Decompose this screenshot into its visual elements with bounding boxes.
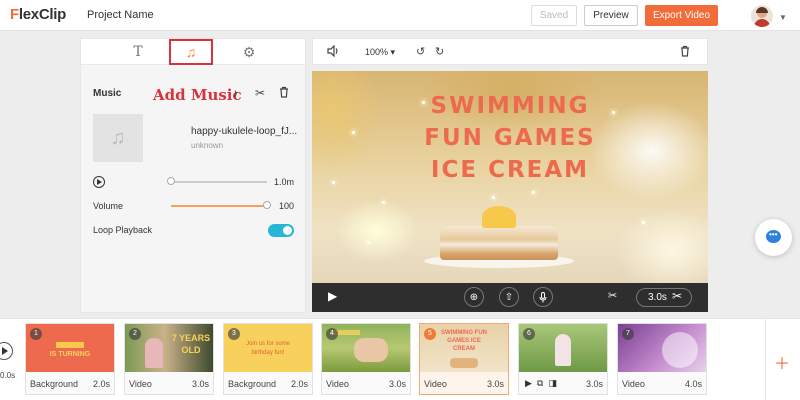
clip-duration: 2.0s	[92, 379, 110, 389]
clip-type: Video	[622, 379, 645, 389]
split-icon[interactable]: ✂	[672, 289, 682, 303]
play-icon[interactable]: ▶	[328, 289, 337, 303]
clip-type: Background	[228, 379, 277, 389]
music-icon: ♫	[185, 44, 197, 60]
copy-icon[interactable]: ⧉	[537, 378, 543, 389]
avatar[interactable]	[751, 5, 773, 27]
trash-icon[interactable]	[279, 86, 289, 101]
split-screen-icon[interactable]: ◨	[548, 378, 557, 389]
export-video-button[interactable]: Export Video	[645, 5, 718, 26]
scissors-icon[interactable]: ✂	[255, 86, 265, 100]
microphone-icon[interactable]	[533, 287, 553, 307]
clip-duration: 3.0s	[585, 379, 603, 389]
upload-icon[interactable]: ⇧	[499, 287, 519, 307]
clip-duration: 2.0s	[290, 379, 308, 389]
music-panel: T ♫ ⚙ Music Add Music ♪ ✂ ♫ happy-ukulel…	[80, 38, 306, 313]
redo-icon[interactable]: ↻	[435, 45, 444, 58]
music-progress-knob[interactable]	[167, 177, 175, 185]
track-name: happy-ukulele-loop_fJ...	[191, 126, 298, 137]
add-clip-icon[interactable]: ＋	[774, 350, 790, 374]
timeline-clip[interactable]: 7 Video 4.0s	[617, 323, 707, 395]
clip-duration: 3.0s	[486, 379, 504, 389]
volume-icon[interactable]	[327, 44, 340, 60]
volume-value: 100	[279, 201, 295, 211]
track-duration: 1.0m	[274, 177, 295, 187]
video-canvas[interactable]: SWIMMING FUN GAMES ICE CREAM	[312, 71, 708, 283]
track-artist: unknown	[191, 141, 224, 150]
timeline-clip-selected[interactable]: SWIMMING FUN GAMES ICE CREAM 5 Video 3.0…	[419, 323, 509, 395]
clip-tools: ▶ ⧉ ◨	[525, 378, 557, 389]
volume-label: Volume	[93, 201, 124, 211]
clip-thumb-text: IS TURNING	[49, 351, 91, 358]
volume-knob[interactable]	[263, 201, 271, 209]
clip-thumb-text: 7 YEARS OLD	[171, 333, 211, 355]
clip-type: Video	[424, 379, 447, 389]
timeline-clip[interactable]: Join us for some birthday fun! 3 Backgro…	[223, 323, 313, 395]
clip-duration: 3.0s	[648, 292, 667, 303]
undo-icon[interactable]: ↺	[416, 45, 425, 58]
timeline-clip[interactable]: 6 ▶ ⧉ ◨ 3.0s	[518, 323, 608, 395]
logo-text: lexClip	[18, 6, 66, 23]
chevron-down-icon[interactable]: ▼	[779, 13, 787, 22]
clip-type: Video	[326, 379, 349, 389]
play-music-button[interactable]	[93, 176, 105, 188]
clip-number: 6	[523, 328, 535, 340]
timeline-clip[interactable]: 4 Video 3.0s	[321, 323, 411, 395]
timeline-divider	[765, 319, 766, 400]
preview-button[interactable]: Preview	[584, 5, 638, 26]
clip-number: 1	[30, 328, 42, 340]
clip-type: Video	[129, 379, 152, 389]
project-name[interactable]: Project Name	[87, 9, 154, 21]
clip-type: Background	[30, 379, 79, 389]
cake-topping	[482, 206, 516, 228]
timeline-current-time: 0.0s	[0, 371, 16, 380]
gear-icon: ⚙	[242, 43, 256, 60]
clip-duration: 3.0s	[191, 379, 209, 389]
music-thumbnail: ♫	[93, 114, 143, 162]
zoom-select[interactable]: 100% ▾	[365, 47, 395, 58]
music-note-icon: ♫	[110, 126, 126, 149]
tab-music[interactable]: ♫	[169, 39, 213, 65]
canvas-title-line-3[interactable]: ICE CREAM	[312, 157, 708, 183]
replace-music-icon[interactable]: ♪	[232, 86, 238, 100]
clip-thumb-text: SWIMMING FUN GAMES ICE CREAM	[441, 330, 487, 352]
top-bar: FlexClip Project Name Saved Preview Expo…	[0, 0, 800, 31]
clip-number: 3	[228, 328, 240, 340]
tab-settings[interactable]: ⚙	[227, 39, 271, 65]
clip-number: 5	[424, 328, 436, 340]
timeline-clip[interactable]: IS TURNING 1 Background 2.0s	[25, 323, 115, 395]
panel-tabs: T ♫ ⚙	[81, 39, 305, 65]
loop-playback-label: Loop Playback	[93, 225, 153, 235]
music-heading: Music	[93, 88, 122, 99]
clip-duration: 3.0s	[388, 379, 406, 389]
add-music-annotation: Add Music	[153, 86, 242, 104]
music-progress-track[interactable]	[171, 181, 267, 183]
saved-button[interactable]: Saved	[531, 5, 577, 26]
clip-number: 7	[622, 328, 634, 340]
tab-text[interactable]: T	[116, 39, 160, 65]
flexclip-logo[interactable]: FlexClip	[10, 6, 66, 23]
clip-number: 2	[129, 328, 141, 340]
editor-toolbar: 100% ▾ ↺ ↻	[312, 38, 708, 65]
volume-fill	[171, 205, 267, 207]
clip-number: 4	[326, 328, 338, 340]
text-icon: T	[133, 44, 143, 60]
trim-icon[interactable]: ✂	[608, 289, 617, 302]
play-circle-icon[interactable]: ▶	[525, 378, 532, 389]
clip-duration: 4.0s	[684, 379, 702, 389]
loop-playback-toggle[interactable]	[268, 224, 294, 237]
cake-image	[440, 226, 558, 260]
globe-icon[interactable]: ⊕	[464, 287, 484, 307]
canvas-title-line-2[interactable]: FUN GAMES	[312, 125, 708, 151]
canvas-title-line-1[interactable]: SWIMMING	[312, 93, 708, 119]
chat-icon: •••	[769, 230, 778, 239]
clip-thumb-text: Join us for some birthday fun!	[245, 341, 291, 356]
timeline-clip[interactable]: 7 YEARS OLD 2 Video 3.0s	[124, 323, 214, 395]
delete-icon[interactable]	[680, 45, 690, 60]
